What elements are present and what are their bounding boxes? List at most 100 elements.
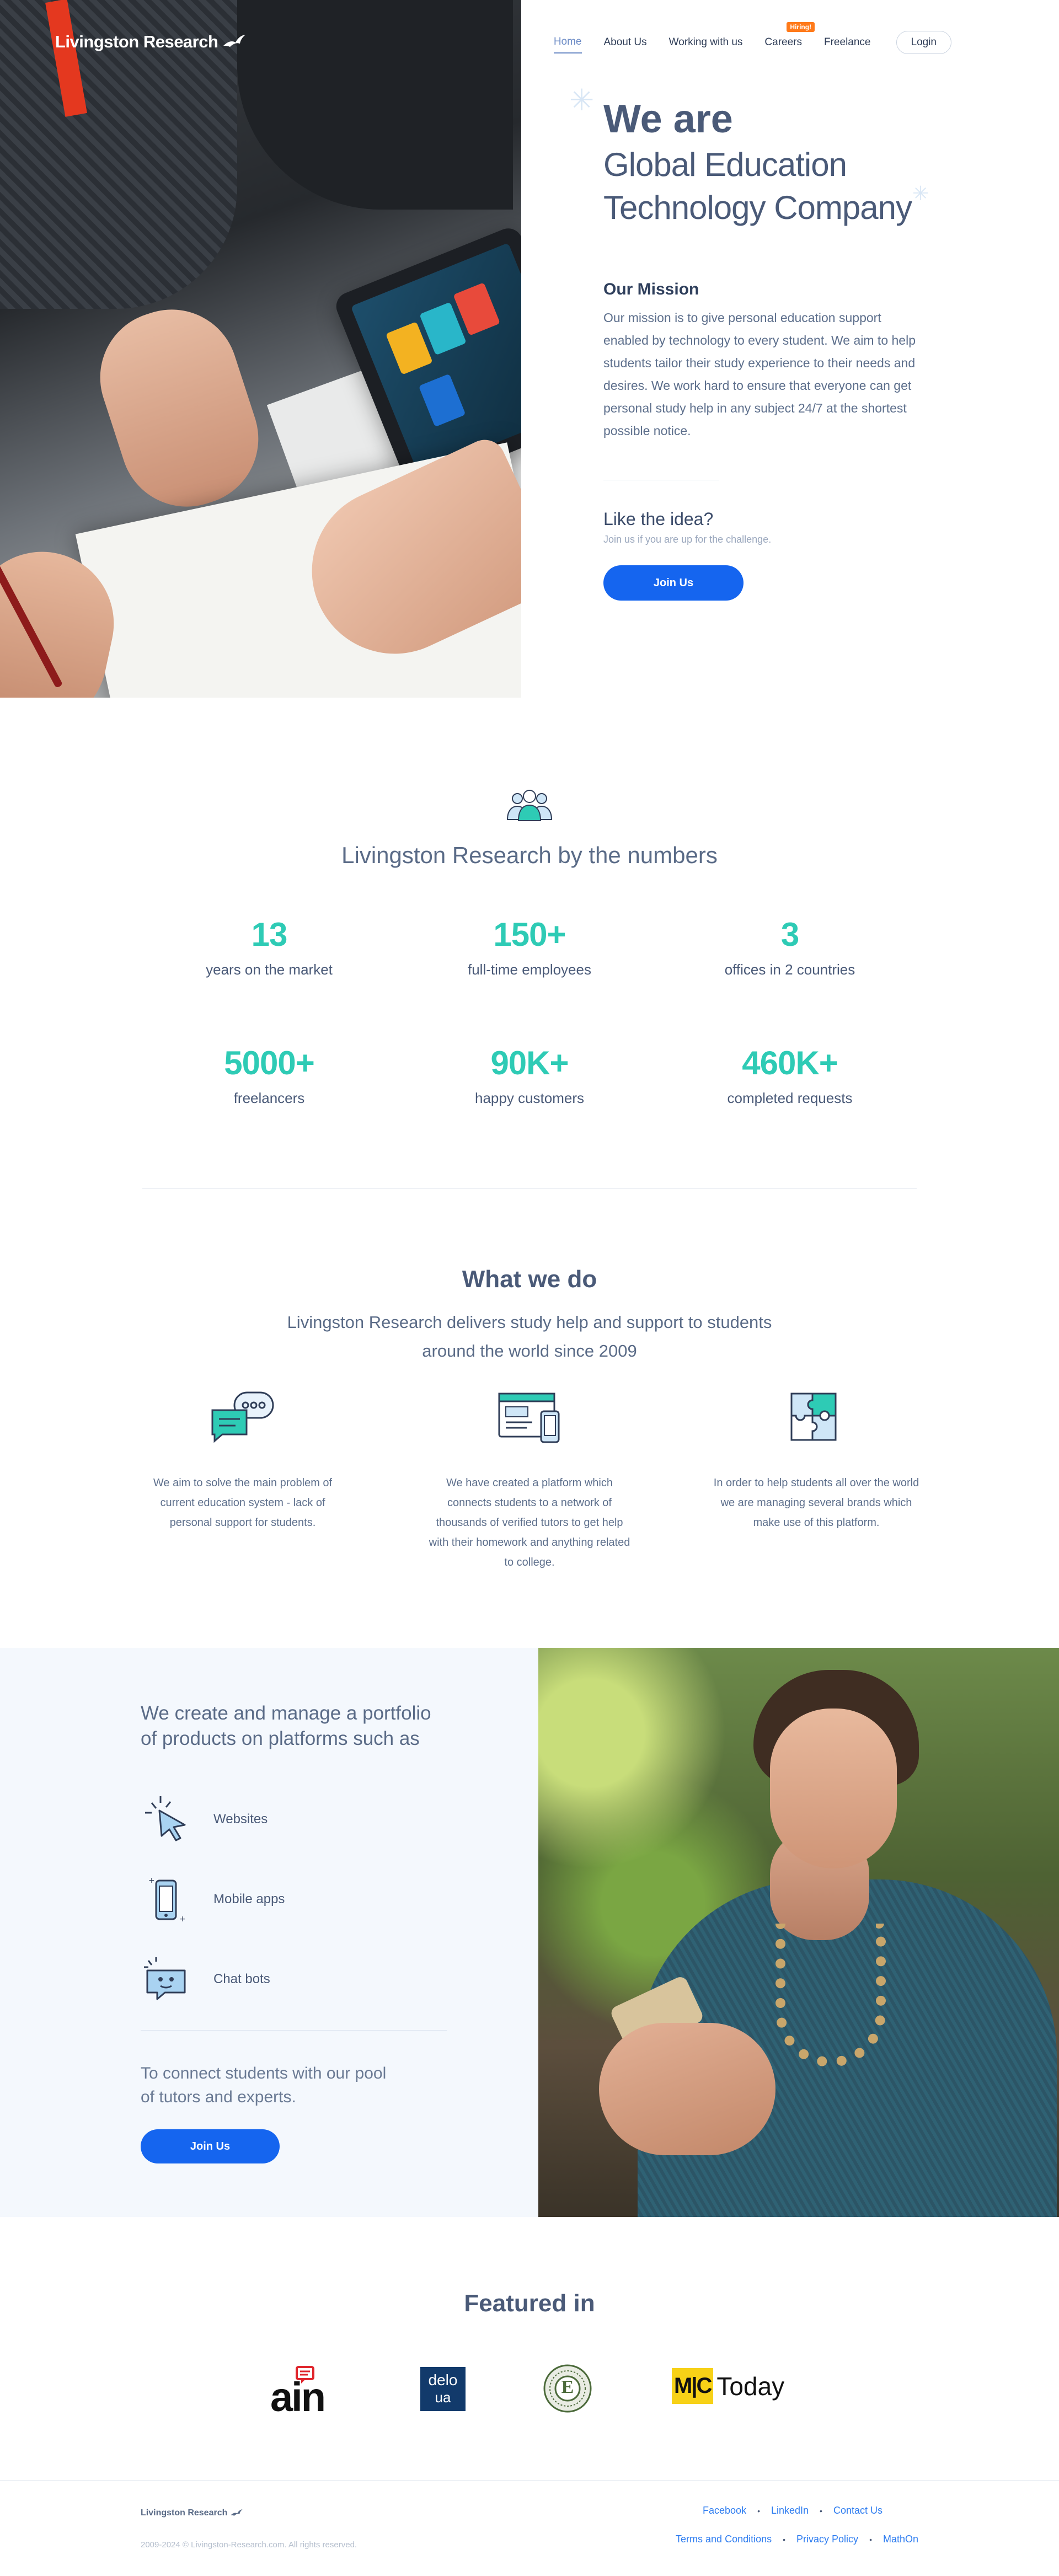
portfolio-item-mobile-apps: + + Mobile apps: [141, 1874, 285, 1925]
stat-employees: 150+ full-time employees: [403, 915, 656, 978]
svg-text:+: +: [179, 1915, 186, 1924]
portfolio-title-line: We create and manage a portfolio: [141, 1702, 431, 1724]
portfolio-section: We create and manage a portfolio of prod…: [0, 1648, 1059, 2217]
what-we-do-col-1: We aim to solve the main problem of curr…: [138, 1387, 347, 1533]
portfolio-item-websites: Websites: [141, 1794, 268, 1845]
sparkle-icon: ✳: [912, 182, 929, 205]
what-we-do-text: We have created a platform which connect…: [429, 1477, 630, 1568]
portfolio-item-label: Websites: [213, 1812, 268, 1827]
portfolio-title: We create and manage a portfolio of prod…: [141, 1701, 472, 1752]
svg-text:+: +: [148, 1876, 155, 1885]
nav-freelance[interactable]: Freelance: [824, 36, 871, 53]
main-nav: Home About Us Working with us Hiring! Ca…: [553, 22, 951, 54]
section-divider: [142, 1188, 917, 1189]
portfolio-title-line: of products on platforms such as: [141, 1728, 420, 1749]
privacy-link[interactable]: Privacy Policy: [796, 2534, 858, 2545]
stat-customers: 90K+ happy customers: [403, 1044, 656, 1107]
numbers-section: Livingston Research by the numbers 13 ye…: [0, 698, 1059, 1194]
chat-bubbles-icon: [211, 1391, 274, 1443]
stat-years: 13 years on the market: [142, 915, 396, 978]
join-us-button[interactable]: Join Us: [603, 565, 744, 601]
what-we-do-col-2: We have created a platform which connect…: [425, 1387, 634, 1572]
footer-logo[interactable]: Livingston Research: [141, 2508, 244, 2518]
what-we-do-col-3: In order to help students all over the w…: [712, 1387, 921, 1533]
site-footer: Livingston Research 2009-2024 © Livingst…: [0, 2480, 1059, 2576]
terms-link[interactable]: Terms and Conditions: [676, 2534, 772, 2545]
portfolio-item-chat-bots: Chat bots: [141, 1954, 270, 2005]
stat-value: 3: [780, 916, 799, 953]
what-we-do-title: What we do: [462, 1266, 597, 1293]
footer-links-top: Facebook • LinkedIn • Contact Us: [703, 2505, 882, 2516]
mc-today-logo[interactable]: M|C Today: [672, 2368, 784, 2404]
mission-title: Our Mission: [603, 280, 699, 298]
photo-shape: [770, 1709, 897, 1868]
photo-shape: [599, 2023, 775, 2155]
mission-text: Our mission is to give personal educatio…: [603, 310, 916, 438]
what-we-do-text: We aim to solve the main problem of curr…: [153, 1477, 333, 1529]
delo-logo-subtext: ua: [435, 2389, 451, 2406]
stat-label: completed requests: [727, 1090, 853, 1106]
nav-home[interactable]: Home: [553, 36, 582, 53]
logo-text: Livingston Research: [55, 32, 218, 51]
hiring-badge: Hiring!: [787, 22, 815, 32]
hero-content: ✳ ✳ We are Global Education Technology C…: [569, 84, 956, 601]
stat-value: 13: [251, 916, 288, 953]
round-seal-logo[interactable]: E: [543, 2364, 592, 2416]
mc-logo-box: M|C: [672, 2368, 714, 2404]
stat-label: full-time employees: [468, 961, 591, 978]
subtitle-line: around the world since 2009: [422, 1341, 637, 1361]
stat-requests: 460K+ completed requests: [663, 1044, 917, 1107]
featured-section: Featured in ain delo ua E M|C Today: [0, 2217, 1059, 2482]
stat-value: 150+: [493, 916, 566, 953]
facebook-link[interactable]: Facebook: [703, 2505, 746, 2516]
cursor-click-icon: [145, 1796, 186, 1841]
seal-logo-letter: E: [561, 2377, 574, 2397]
separator-dot: •: [783, 2535, 786, 2544]
what-we-do-section: What we do Livingston Research delivers …: [0, 1249, 1059, 1646]
stat-freelancers: 5000+ freelancers: [142, 1044, 396, 1107]
photo-shape: [418, 373, 466, 427]
hero-heading-line2: Technology Company: [603, 189, 912, 226]
connect-line: of tutors and experts.: [141, 2088, 296, 2106]
stat-value: 5000+: [224, 1045, 315, 1081]
mathon-link[interactable]: MathOn: [883, 2534, 918, 2545]
smartphone-icon: + +: [148, 1876, 186, 1924]
hero-photo: [0, 0, 521, 698]
divider: [141, 2030, 447, 2031]
bird-icon: [223, 35, 246, 47]
platform-devices-icon: [498, 1393, 560, 1443]
puzzle-icon: [790, 1393, 837, 1441]
separator-dot: •: [869, 2535, 872, 2544]
nav-working-with-us[interactable]: Working with us: [669, 36, 743, 53]
ain-logo-text: ain: [270, 2374, 326, 2420]
photo-shape: [237, 0, 513, 210]
nav-careers[interactable]: Hiring! Careers: [764, 22, 815, 53]
today-logo-text: Today: [716, 2371, 785, 2401]
stat-label: freelancers: [233, 1090, 305, 1106]
delo-logo-text: delo: [428, 2371, 458, 2388]
stat-label: years on the market: [206, 961, 333, 978]
login-button[interactable]: Login: [896, 31, 951, 54]
site-logo[interactable]: Livingston Research: [55, 32, 247, 52]
people-group-icon: [506, 790, 553, 821]
linkedin-link[interactable]: LinkedIn: [771, 2505, 809, 2516]
delo-ua-logo[interactable]: delo ua: [420, 2367, 466, 2411]
contact-us-link[interactable]: Contact Us: [833, 2505, 882, 2516]
photo-shape: [775, 1924, 886, 2067]
copyright-text: 2009-2024 © Livingston-Research.com. All…: [141, 2540, 357, 2550]
nav-about-us[interactable]: About Us: [604, 36, 647, 53]
stat-label: offices in 2 countries: [724, 961, 855, 978]
what-we-do-text: In order to help students all over the w…: [713, 1477, 919, 1529]
hero-section: Livingston Research Home About Us Workin…: [0, 0, 1059, 698]
hero-heading-line1: Global Education: [603, 146, 847, 183]
stat-value: 90K+: [490, 1045, 569, 1081]
portfolio-photo: [538, 1648, 1059, 2217]
idea-title: Like the idea?: [603, 509, 714, 529]
join-us-button[interactable]: Join Us: [141, 2129, 280, 2163]
separator-dot: •: [757, 2506, 760, 2515]
portfolio-item-label: Chat bots: [213, 1972, 270, 1986]
sparkle-icon: ✳: [569, 84, 595, 117]
what-we-do-subtitle: Livingston Research delivers study help …: [0, 1308, 1059, 1365]
stat-value: 460K+: [742, 1045, 838, 1081]
ain-logo[interactable]: ain: [270, 2366, 342, 2420]
